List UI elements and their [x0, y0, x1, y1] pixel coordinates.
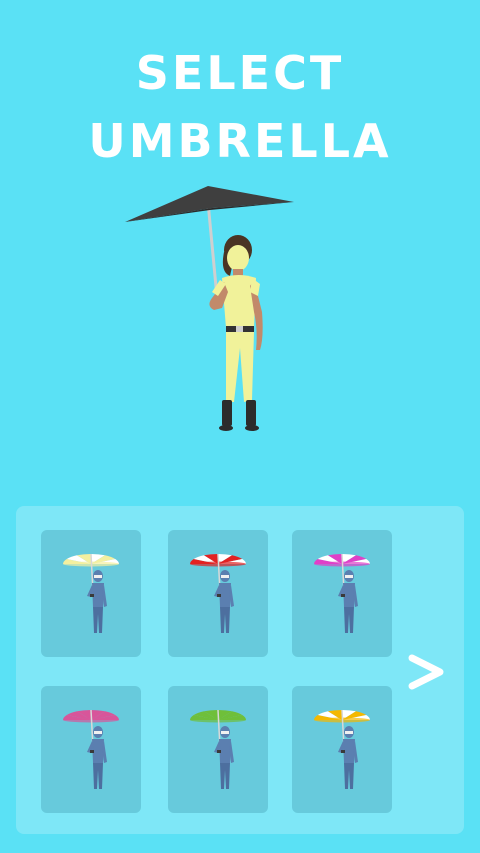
- umbrella-option-3[interactable]: [292, 530, 392, 657]
- hero-character: [125, 186, 294, 431]
- title-line-1: SELECT: [135, 46, 345, 100]
- title-line-2: UMBRELLA: [88, 114, 392, 168]
- umbrella-character-icon: [190, 709, 246, 789]
- umbrella-option-4[interactable]: [41, 686, 141, 813]
- umbrella-character-icon: [63, 553, 119, 633]
- umbrella-character-icon: [314, 553, 370, 633]
- umbrella-option-2[interactable]: [168, 530, 268, 657]
- umbrella-character-icon: [63, 709, 119, 789]
- chevron-right-icon[interactable]: [404, 650, 448, 694]
- umbrella-option-1[interactable]: [41, 530, 141, 657]
- umbrella-character-icon: [314, 709, 370, 789]
- umbrella-option-5[interactable]: [168, 686, 268, 813]
- umbrella-option-6[interactable]: [292, 686, 392, 813]
- umbrella-character-icon: [190, 553, 246, 633]
